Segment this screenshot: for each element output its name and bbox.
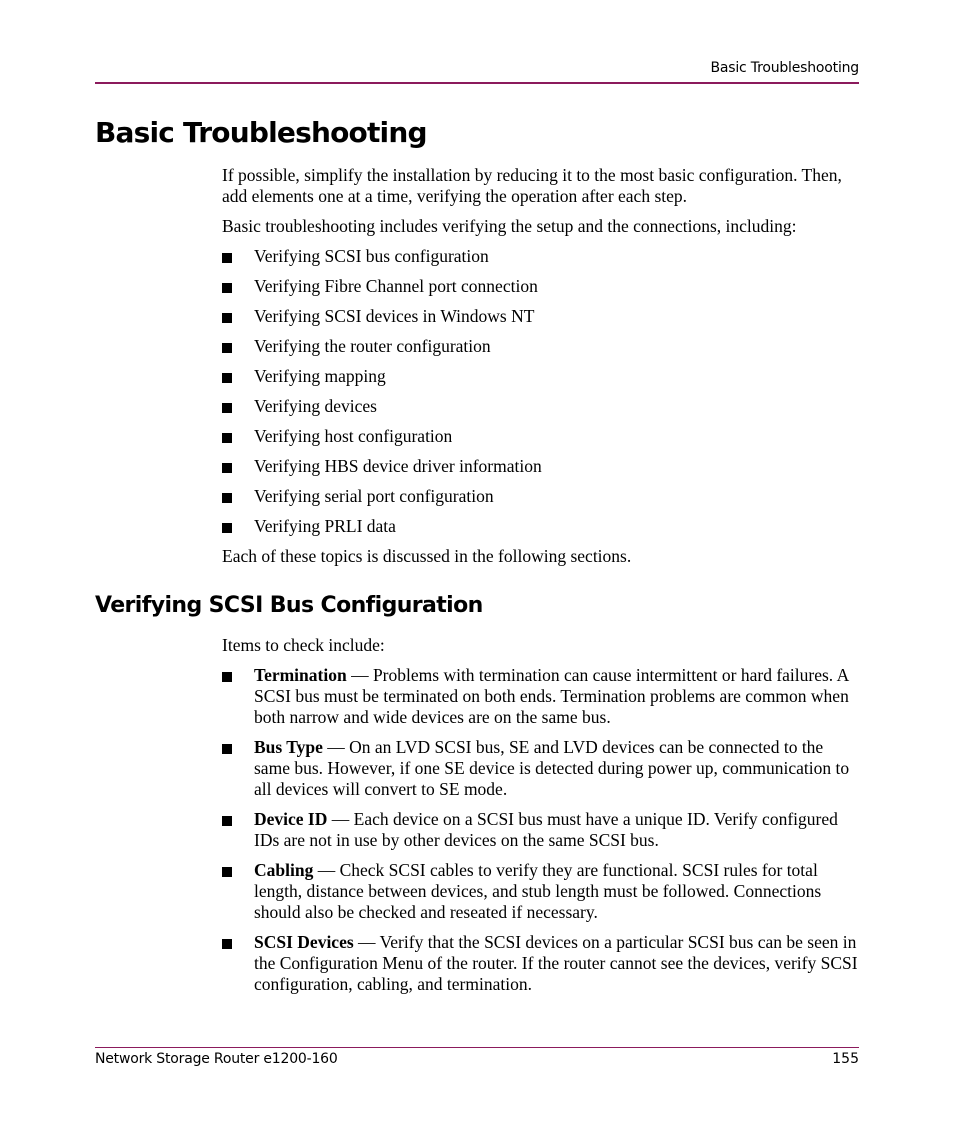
list-item: Verifying mapping [222, 366, 862, 396]
check-items-list: Termination — Problems with termination … [222, 665, 862, 995]
list-item: Verifying PRLI data [222, 516, 862, 546]
list-item: Verifying SCSI bus configuration [222, 246, 862, 276]
running-header: Basic Troubleshooting [710, 60, 859, 76]
list-item: Verifying devices [222, 396, 862, 426]
bullet-square-icon [222, 343, 232, 353]
list-item: Device ID — Each device on a SCSI bus mu… [222, 809, 862, 851]
bullet-square-icon [222, 493, 232, 503]
bullet-square-icon [222, 403, 232, 413]
bullet-square-icon [222, 672, 232, 682]
list-item: Verifying host configuration [222, 426, 862, 456]
list-item: Verifying HBS device driver information [222, 456, 862, 486]
section-title: Basic Troubleshooting [95, 116, 428, 149]
bullet-square-icon [222, 253, 232, 263]
closing-paragraph: Each of these topics is discussed in the… [222, 546, 632, 566]
items-lead: Items to check include: [222, 635, 385, 655]
subsection-title: Verifying SCSI Bus Configuration [95, 593, 483, 618]
list-item: Verifying SCSI devices in Windows NT [222, 306, 862, 336]
troubleshooting-list: Verifying SCSI bus configuration Verifyi… [222, 246, 862, 546]
bullet-square-icon [222, 373, 232, 383]
page-number: 155 [832, 1051, 859, 1067]
list-item: SCSI Devices — Verify that the SCSI devi… [222, 932, 862, 995]
bullet-square-icon [222, 867, 232, 877]
list-item: Verifying serial port configuration [222, 486, 862, 516]
list-item: Verifying the router configuration [222, 336, 862, 366]
bullet-square-icon [222, 744, 232, 754]
list-item: Cabling — Check SCSI cables to verify th… [222, 860, 862, 923]
bullet-square-icon [222, 463, 232, 473]
bullet-square-icon [222, 433, 232, 443]
lead-paragraph: Basic troubleshooting includes verifying… [222, 216, 797, 236]
bullet-square-icon [222, 816, 232, 826]
bullet-square-icon [222, 283, 232, 293]
bullet-square-icon [222, 523, 232, 533]
list-item: Bus Type — On an LVD SCSI bus, SE and LV… [222, 737, 862, 800]
bullet-square-icon [222, 313, 232, 323]
intro-paragraph: If possible, simplify the installation b… [222, 165, 842, 206]
bullet-square-icon [222, 939, 232, 949]
footer-product-name: Network Storage Router e1200-160 [95, 1051, 338, 1067]
header-rule [95, 82, 859, 84]
section1-body: If possible, simplify the installation b… [222, 165, 862, 567]
section2-body: Items to check include: Termination — Pr… [222, 635, 862, 1004]
footer-rule [95, 1047, 859, 1048]
list-item: Termination — Problems with termination … [222, 665, 862, 728]
list-item: Verifying Fibre Channel port connection [222, 276, 862, 306]
